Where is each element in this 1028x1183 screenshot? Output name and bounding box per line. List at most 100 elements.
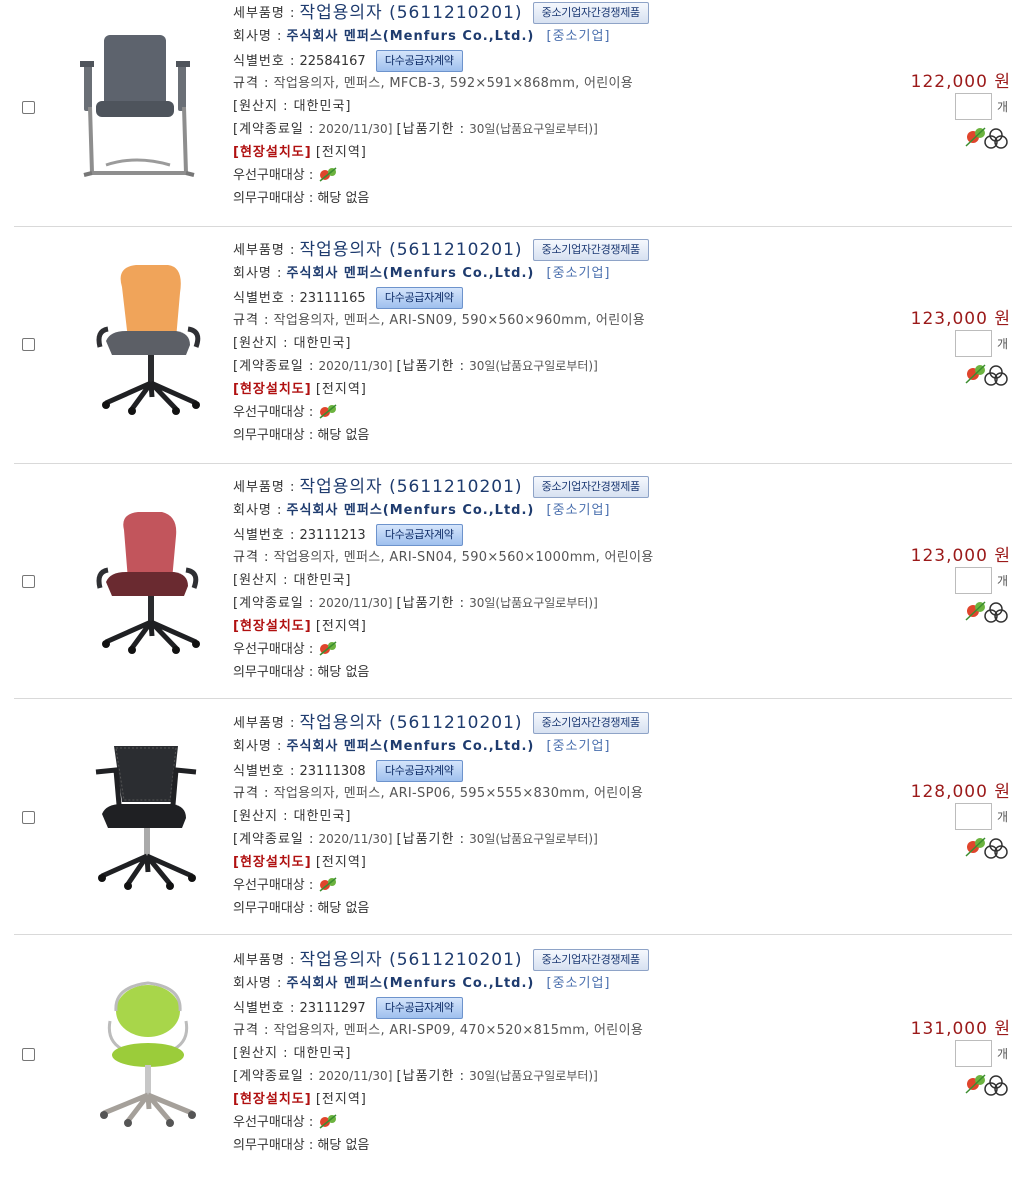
eco-mark-icon	[319, 404, 337, 419]
company-type: [중소기업]	[546, 266, 611, 281]
install-link[interactable]: [현장설치도]	[233, 1092, 312, 1107]
company-name[interactable]: 주식회사 멘퍼스(Menfurs Co.,Ltd.)	[287, 266, 535, 281]
product-item: 세부품명 : 작업용의자 (5611210201) 중소기업자간경쟁제품 회사명…	[0, 947, 1028, 1183]
origin-text: [원산지 : 대한민국]	[233, 1046, 352, 1061]
origin-text: [원산지 : 대한민국]	[233, 336, 352, 351]
delivery-value: 30일(납품요구일로부터)]	[469, 359, 598, 373]
delivery-value: 30일(납품요구일로부터)]	[469, 122, 598, 136]
chair-orange-swivel-image[interactable]	[66, 257, 216, 427]
contract-badge: 다수공급자계약	[375, 287, 463, 309]
id-number: 23111308	[299, 764, 366, 779]
company-type: [중소기업]	[546, 503, 611, 518]
price: 123,000 원	[911, 304, 1011, 329]
contract-badge: 다수공급자계약	[375, 50, 463, 72]
company-label: 회사명 :	[233, 976, 283, 991]
contract-badge: 다수공급자계약	[375, 760, 463, 782]
id-number: 23111165	[299, 291, 366, 306]
install-link[interactable]: [현장설치도]	[233, 382, 312, 397]
product-name[interactable]: 작업용의자 (5611210201)	[300, 3, 523, 23]
detail-name-label: 세부품명 :	[233, 480, 296, 495]
company-type: [중소기업]	[546, 29, 611, 44]
priority-label: 우선구매대상 :	[233, 405, 314, 420]
delivery-label: [납품기한 :	[396, 832, 465, 847]
install-link[interactable]: [현장설치도]	[233, 145, 312, 160]
chair-red-swivel-image[interactable]	[66, 496, 216, 666]
install-link[interactable]: [현장설치도]	[233, 619, 312, 634]
delivery-label: [납품기한 :	[396, 596, 465, 611]
contract-end-label: [계약종료일 :	[233, 122, 315, 137]
region-text: [전지역]	[315, 145, 367, 160]
id-number: 23111297	[299, 1001, 366, 1016]
company-label: 회사명 :	[233, 739, 283, 754]
product-name[interactable]: 작업용의자 (5611210201)	[300, 950, 523, 970]
quantity-input[interactable]	[955, 567, 992, 594]
id-label: 식별번호 :	[233, 1001, 296, 1016]
spec-value: 작업용의자, 멘퍼스, ARI-SN04, 590×560×1000mm, 어린…	[273, 550, 654, 565]
mandatory-value: 해당 없음	[317, 191, 370, 206]
currency: 원	[994, 72, 1011, 92]
region-text: [전지역]	[315, 1092, 367, 1107]
certification-icons	[965, 1074, 1008, 1096]
unit-label: 개	[997, 810, 1009, 824]
detail-name-label: 세부품명 :	[233, 6, 296, 21]
spec-value: 작업용의자, 멘퍼스, MFCB-3, 592×591×868mm, 어린이용	[273, 76, 634, 91]
id-label: 식별번호 :	[233, 291, 296, 306]
item-divider	[14, 226, 1012, 227]
certification-icons	[965, 127, 1008, 149]
priority-label: 우선구매대상 :	[233, 168, 314, 183]
product-name[interactable]: 작업용의자 (5611210201)	[300, 477, 523, 497]
quantity-input[interactable]	[955, 93, 992, 120]
select-checkbox[interactable]	[22, 338, 35, 351]
priority-label: 우선구매대상 :	[233, 642, 314, 657]
price-value: 123,000	[910, 546, 988, 566]
delivery-label: [납품기한 :	[396, 359, 465, 374]
currency: 원	[994, 1019, 1011, 1039]
origin-text: [원산지 : 대한민국]	[233, 809, 352, 824]
product-name[interactable]: 작업용의자 (5611210201)	[300, 713, 523, 733]
product-name[interactable]: 작업용의자 (5611210201)	[300, 240, 523, 260]
competition-badge: 중소기업자간경쟁제품	[532, 712, 649, 734]
origin-text: [원산지 : 대한민국]	[233, 573, 352, 588]
contract-end-value: 2020/11/30]	[318, 1069, 393, 1083]
delivery-value: 30일(납품요구일로부터)]	[469, 1069, 598, 1083]
company-label: 회사명 :	[233, 503, 283, 518]
eco-mark-icon	[319, 167, 337, 182]
select-checkbox[interactable]	[22, 101, 35, 114]
contract-end-value: 2020/11/30]	[318, 596, 393, 610]
product-item: 세부품명 : 작업용의자 (5611210201) 중소기업자간경쟁제품 회사명…	[0, 0, 1028, 236]
unit-label: 개	[997, 574, 1009, 588]
delivery-value: 30일(납품요구일로부터)]	[469, 596, 598, 610]
origin-text: [원산지 : 대한민국]	[233, 99, 352, 114]
install-link[interactable]: [현장설치도]	[233, 855, 312, 870]
product-item: 세부품명 : 작업용의자 (5611210201) 중소기업자간경쟁제품 회사명…	[0, 237, 1028, 473]
price: 131,000 원	[911, 1014, 1011, 1039]
eco-mark-icon	[319, 1114, 337, 1129]
certification-icons	[965, 601, 1008, 623]
company-name[interactable]: 주식회사 멘퍼스(Menfurs Co.,Ltd.)	[287, 503, 535, 518]
priority-label: 우선구매대상 :	[233, 878, 314, 893]
chair-gray-cantilever-image[interactable]	[66, 25, 216, 195]
contract-end-value: 2020/11/30]	[318, 832, 393, 846]
region-text: [전지역]	[315, 619, 367, 634]
company-name[interactable]: 주식회사 멘퍼스(Menfurs Co.,Ltd.)	[287, 29, 535, 44]
certification-icons	[965, 364, 1008, 386]
contract-end-label: [계약종료일 :	[233, 359, 315, 374]
select-checkbox[interactable]	[22, 811, 35, 824]
id-number: 23111213	[299, 528, 366, 543]
chair-green-round-image[interactable]	[66, 969, 216, 1139]
select-checkbox[interactable]	[22, 1048, 35, 1061]
quantity-input[interactable]	[955, 803, 992, 830]
company-name[interactable]: 주식회사 멘퍼스(Menfurs Co.,Ltd.)	[287, 739, 535, 754]
mandatory-label: 의무구매대상 :	[233, 191, 314, 206]
quantity-input[interactable]	[955, 1040, 992, 1067]
mandatory-label: 의무구매대상 :	[233, 428, 314, 443]
select-checkbox[interactable]	[22, 575, 35, 588]
company-name[interactable]: 주식회사 멘퍼스(Menfurs Co.,Ltd.)	[287, 976, 535, 991]
quantity-input[interactable]	[955, 330, 992, 357]
competition-badge: 중소기업자간경쟁제품	[532, 476, 649, 498]
spec-value: 작업용의자, 멘퍼스, ARI-SP06, 595×555×830mm, 어린이…	[273, 786, 644, 801]
mandatory-label: 의무구매대상 :	[233, 1138, 314, 1153]
chair-black-mesh-image[interactable]	[66, 732, 216, 902]
contract-end-label: [계약종료일 :	[233, 1069, 315, 1084]
certification-icons	[965, 837, 1008, 859]
